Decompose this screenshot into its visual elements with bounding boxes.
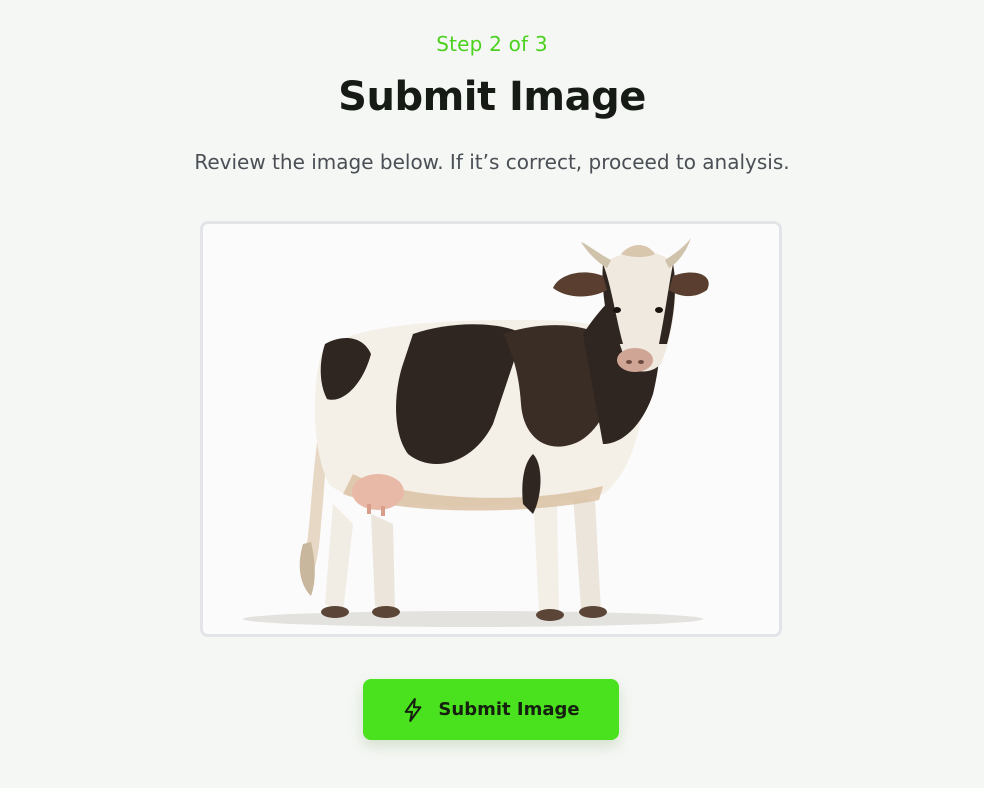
step-indicator: Step 2 of 3 — [436, 32, 548, 56]
submit-image-label: Submit Image — [438, 699, 580, 720]
lightning-bolt-icon — [402, 697, 424, 723]
page-subtitle: Review the image below. If it’s correct,… — [194, 150, 790, 174]
image-preview — [200, 221, 782, 637]
cow-image — [203, 224, 779, 634]
page-title: Submit Image — [338, 74, 646, 120]
submit-image-button[interactable]: Submit Image — [363, 679, 619, 740]
submit-image-page: Step 2 of 3 Submit Image Review the imag… — [0, 0, 984, 788]
